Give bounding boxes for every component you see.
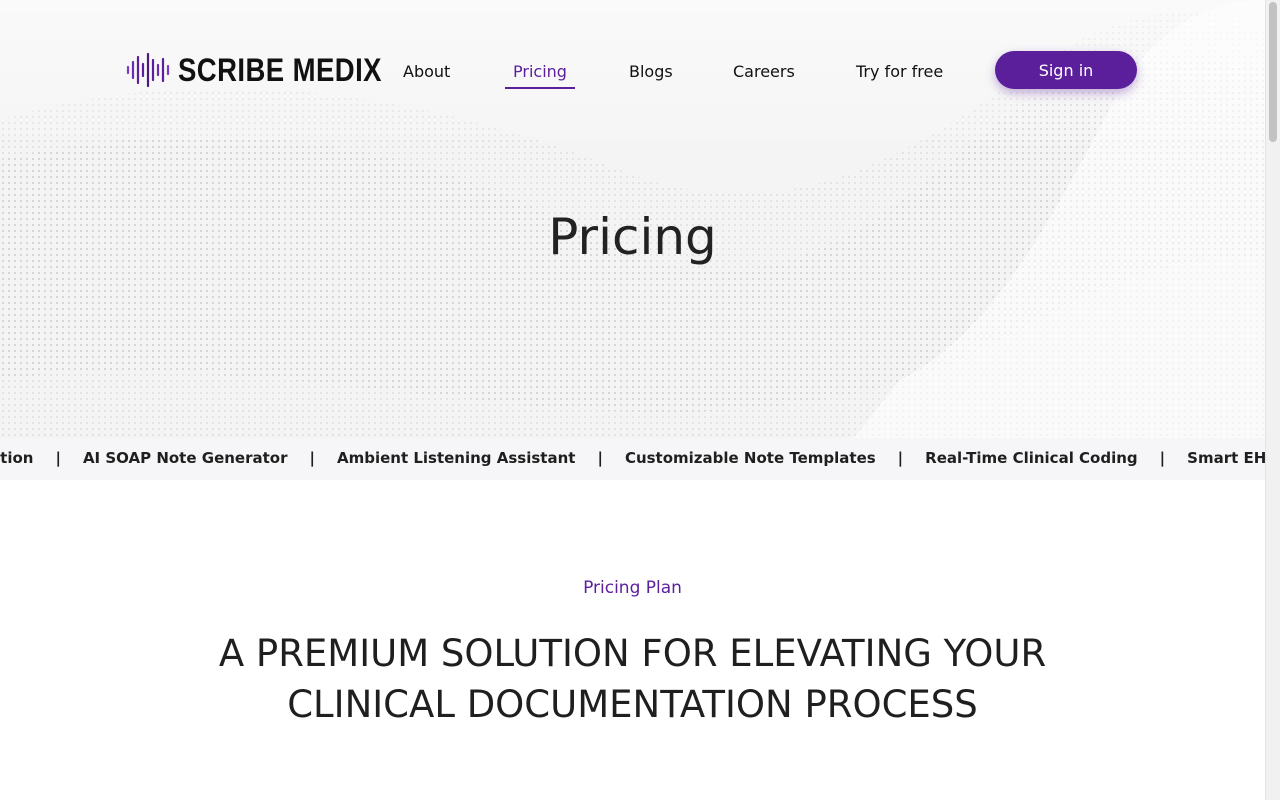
pricing-plan-kicker: Pricing Plan — [583, 578, 682, 598]
pricing-section-title: A PREMIUM SOLUTION FOR ELEVATING YOUR CL… — [150, 628, 1115, 730]
ticker-item: Real-Time Clinical Coding — [925, 449, 1138, 467]
ticker-item: Customizable Note Templates — [624, 449, 876, 467]
nav-careers[interactable]: Careers — [733, 62, 795, 87]
ticker-separator: | — [1159, 449, 1166, 467]
active-nav-indicator — [505, 87, 575, 89]
nav-pricing[interactable]: Pricing — [505, 62, 575, 89]
nav-pricing-label: Pricing — [513, 62, 567, 81]
page-title: Pricing — [548, 208, 717, 266]
ticker-item: AI SOAP Note Generator — [82, 449, 288, 467]
ticker-separator: | — [597, 449, 603, 467]
nav-try-for-free[interactable]: Try for free — [856, 62, 943, 87]
sign-in-button[interactable]: Sign in — [995, 51, 1137, 89]
section-title-line-2: CLINICAL DOCUMENTATION PROCESS — [287, 683, 978, 726]
brand-name: SCRIBE MEDIX — [178, 51, 382, 88]
nav-blogs[interactable]: Blogs — [629, 62, 673, 87]
ticker-separator: | — [897, 449, 904, 467]
ticker-item: Smart EHR Auto — [1187, 449, 1265, 467]
hero-section: SCRIBE MEDIX About Pricing Blogs Careers… — [0, 0, 1265, 480]
ticker-separator: | — [309, 449, 315, 467]
soundwave-logo-icon — [126, 52, 170, 88]
section-title-line-1: A PREMIUM SOLUTION FOR ELEVATING YOUR — [218, 632, 1047, 675]
ticker-item: Ambient Listening Assistant — [336, 449, 576, 467]
ticker-item: entation — [0, 449, 34, 467]
ticker-separator: | — [55, 449, 61, 467]
ticker-track: entation | AI SOAP Note Generator | Ambi… — [0, 449, 1265, 467]
feature-ticker: entation | AI SOAP Note Generator | Ambi… — [0, 438, 1265, 480]
page-scrollbar[interactable] — [1265, 0, 1280, 800]
nav-about[interactable]: About — [403, 62, 450, 87]
brand-logo[interactable]: SCRIBE MEDIX — [126, 50, 415, 90]
site-header: SCRIBE MEDIX About Pricing Blogs Careers… — [0, 0, 1265, 140]
scrollbar-thumb[interactable] — [1269, 2, 1277, 142]
